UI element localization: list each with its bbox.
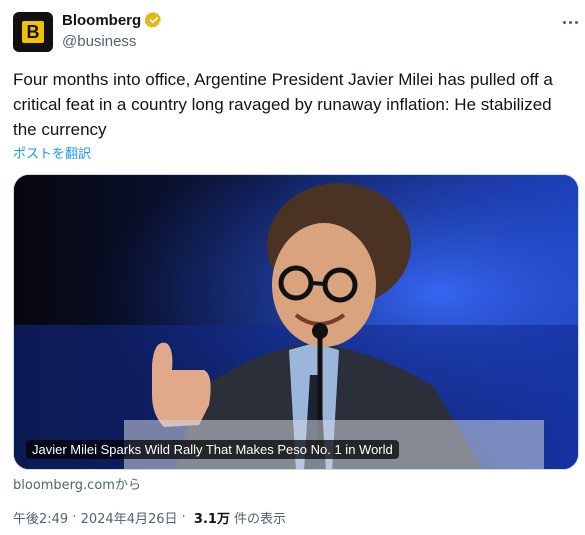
tweet-text: Four months into office, Argentine Presi… [13, 70, 553, 139]
card-photo [14, 175, 578, 469]
card-source-link[interactable]: bloomberg.comから [13, 474, 141, 493]
translate-post-link[interactable]: ポストを翻訳 [13, 143, 91, 162]
avatar-logo-letter: B [22, 21, 44, 43]
tweet-date[interactable]: 2024年4月26日 [81, 508, 178, 527]
more-options-icon[interactable] [558, 10, 582, 34]
link-card[interactable]: Javier Milei Sparks Wild Rally That Make… [13, 174, 579, 470]
author-name-row: Bloomberg [62, 11, 163, 29]
meta-separator: · [68, 510, 81, 525]
views-label: 件の表示 [233, 512, 286, 527]
views-count[interactable]: 3.1万 [194, 508, 230, 527]
card-headline: Javier Milei Sparks Wild Rally That Make… [26, 440, 399, 459]
verified-badge-icon[interactable] [145, 11, 163, 29]
author-display-name[interactable]: Bloomberg [62, 12, 141, 29]
tweet-time[interactable]: 午後2:49 [13, 508, 68, 527]
meta-separator: · [177, 510, 190, 525]
author-handle[interactable]: @business [62, 33, 136, 50]
bloomberg-avatar[interactable]: B [13, 12, 53, 52]
tweet-metadata: 午後2:49 · 2024年4月26日 · 3.1万 件の表示 [13, 508, 286, 527]
